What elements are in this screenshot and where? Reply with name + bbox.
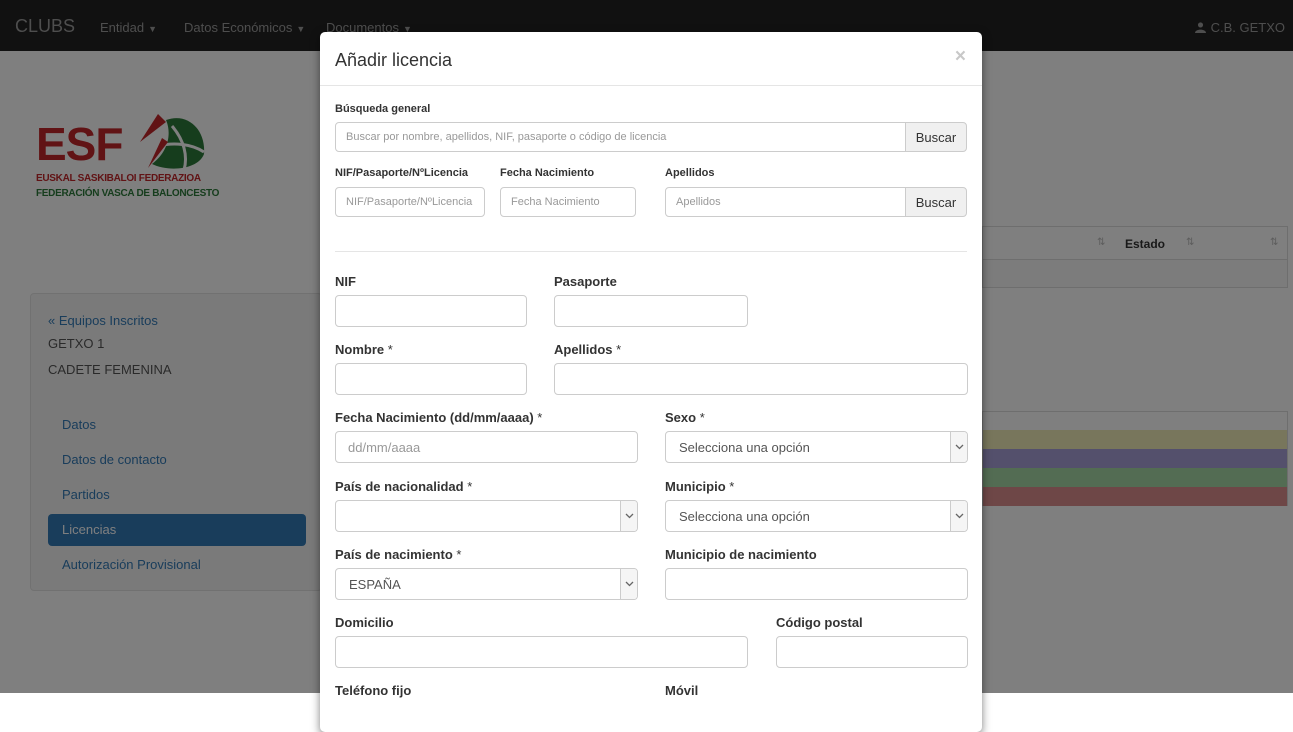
modal-header: Añadir licencia × — [320, 32, 982, 86]
birth-municipality-field[interactable] — [665, 568, 968, 600]
close-icon[interactable]: × — [955, 46, 966, 68]
first-name-label: Nombre * — [335, 342, 393, 357]
general-search-button[interactable]: Buscar — [905, 122, 967, 152]
chevron-down-icon — [620, 569, 637, 599]
general-search-input[interactable] — [335, 122, 906, 152]
section-divider — [335, 251, 967, 252]
address-field[interactable] — [335, 636, 748, 668]
birth-municipality-label: Municipio de nacimiento — [665, 547, 817, 562]
municipality-select[interactable]: Selecciona una opción — [665, 500, 968, 532]
passport-label: Pasaporte — [554, 274, 617, 289]
birthdate-search-input[interactable] — [500, 187, 636, 217]
birthdate-field[interactable] — [335, 431, 638, 463]
modal-title: Añadir licencia — [335, 50, 453, 70]
chevron-down-icon — [950, 432, 967, 462]
postal-code-field[interactable] — [776, 636, 968, 668]
address-label: Domicilio — [335, 615, 394, 630]
birth-country-label: País de nacimiento * — [335, 547, 462, 562]
nif-field[interactable] — [335, 295, 527, 327]
nif-search-label: NIF/Pasaporte/NºLicencia — [335, 167, 469, 179]
nationality-select[interactable] — [335, 500, 638, 532]
gender-label: Sexo * — [665, 410, 705, 425]
birth-country-select[interactable]: ESPAÑA — [335, 568, 638, 600]
birth-country-select-value: ESPAÑA — [349, 577, 401, 592]
gender-select-value: Selecciona una opción — [679, 440, 810, 455]
add-license-modal: Añadir licencia × Búsqueda general Busca… — [320, 32, 982, 732]
surname-field[interactable] — [554, 363, 968, 395]
birthdate-search-label: Fecha Nacimiento — [500, 167, 595, 179]
chevron-down-icon — [620, 501, 637, 531]
surname-search-input[interactable] — [665, 187, 906, 217]
first-name-field[interactable] — [335, 363, 527, 395]
landline-label: Teléfono fijo — [335, 683, 412, 698]
mobile-label: Móvil — [665, 683, 699, 698]
gender-select[interactable]: Selecciona una opción — [665, 431, 968, 463]
municipality-label: Municipio * — [665, 479, 735, 494]
chevron-down-icon — [950, 501, 967, 531]
surname-label: Apellidos * — [554, 342, 622, 357]
nif-search-input[interactable] — [335, 187, 485, 217]
advanced-search-button[interactable]: Buscar — [905, 187, 967, 217]
birthdate-label: Fecha Nacimiento (dd/mm/aaaa) * — [335, 410, 543, 425]
nationality-label: País de nacionalidad * — [335, 479, 473, 494]
municipality-select-value: Selecciona una opción — [679, 509, 810, 524]
nif-label: NIF — [335, 274, 356, 289]
general-search-label: Búsqueda general — [335, 103, 431, 115]
passport-field[interactable] — [554, 295, 748, 327]
postal-code-label: Código postal — [776, 615, 863, 630]
surname-search-label: Apellidos — [665, 167, 715, 179]
